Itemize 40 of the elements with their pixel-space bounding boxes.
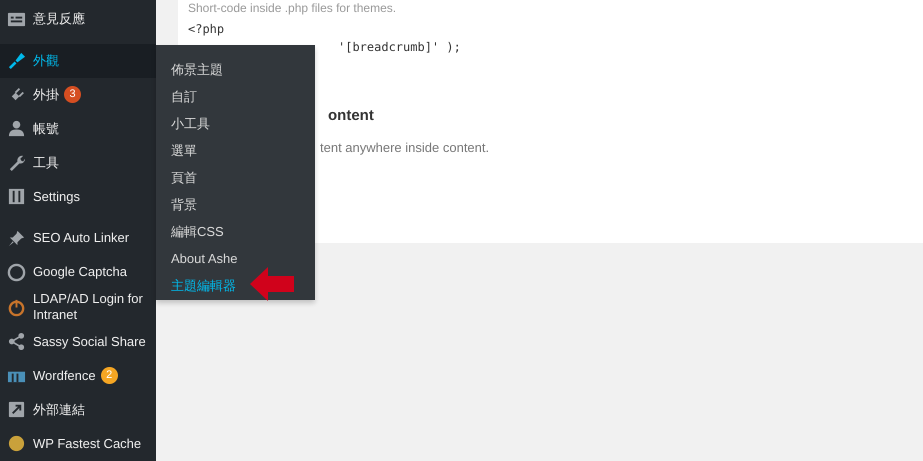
sidebar-item[interactable]: 意見反應 [0, 2, 156, 36]
submenu-item[interactable]: 選單 [156, 137, 212, 164]
arrow-icon [250, 267, 294, 301]
sidebar-item[interactable]: LDAP/AD Login for Intranet [0, 289, 156, 325]
sidebar-item[interactable]: SEO Auto Linker [0, 221, 156, 256]
code-text: <?php [188, 21, 226, 37]
user-icon [7, 119, 26, 138]
submenu-item[interactable]: 編輯CSS [156, 218, 239, 245]
submenu-item[interactable]: About Ashe [156, 245, 252, 272]
submenu-item[interactable]: 主題編輯器 [156, 272, 251, 299]
sidebar-item[interactable]: 外部連結 [0, 392, 156, 427]
share-icon [7, 332, 26, 352]
submenu-item[interactable]: 自訂 [156, 83, 212, 110]
wrench-icon [7, 153, 26, 172]
intro-text: Short-code inside .php files for themes. [188, 0, 398, 15]
ring-icon [7, 262, 26, 282]
sidebar-item[interactable]: Settings [0, 180, 156, 214]
sidebar-item[interactable]: 工具 [0, 146, 156, 180]
code-text: '[breadcrumb]' ); [338, 39, 462, 55]
count-badge: 2 [100, 367, 118, 384]
count-badge: 3 [64, 86, 81, 104]
sidebar-item[interactable]: 帳號 [0, 112, 156, 146]
sidebar-item[interactable]: 外掛 3 [0, 78, 156, 112]
sidebar-item[interactable]: Google Captcha [0, 255, 156, 290]
sidebar-item[interactable]: 外觀 [0, 44, 156, 78]
power-icon [7, 298, 26, 317]
submenu-item[interactable]: 佈景主題 [156, 56, 238, 83]
sidebar-item[interactable]: Wordfence 2 [0, 358, 156, 393]
sidebar-item[interactable]: WP Fastest Cache [0, 426, 156, 461]
section-heading: ontent [328, 107, 375, 124]
circle-icon [7, 434, 26, 454]
brush-icon [7, 51, 26, 70]
external-link-icon [7, 400, 26, 420]
description-text: tent anywhere inside content. [320, 140, 490, 155]
sliders-icon [7, 187, 26, 206]
submenu-item[interactable]: 頁首 [156, 164, 212, 191]
submenu-item[interactable]: 小工具 [156, 110, 225, 137]
sidebar-item[interactable]: Sassy Social Share [0, 324, 156, 359]
pin-icon [7, 228, 26, 248]
submenu-item[interactable]: 背景 [156, 191, 212, 218]
